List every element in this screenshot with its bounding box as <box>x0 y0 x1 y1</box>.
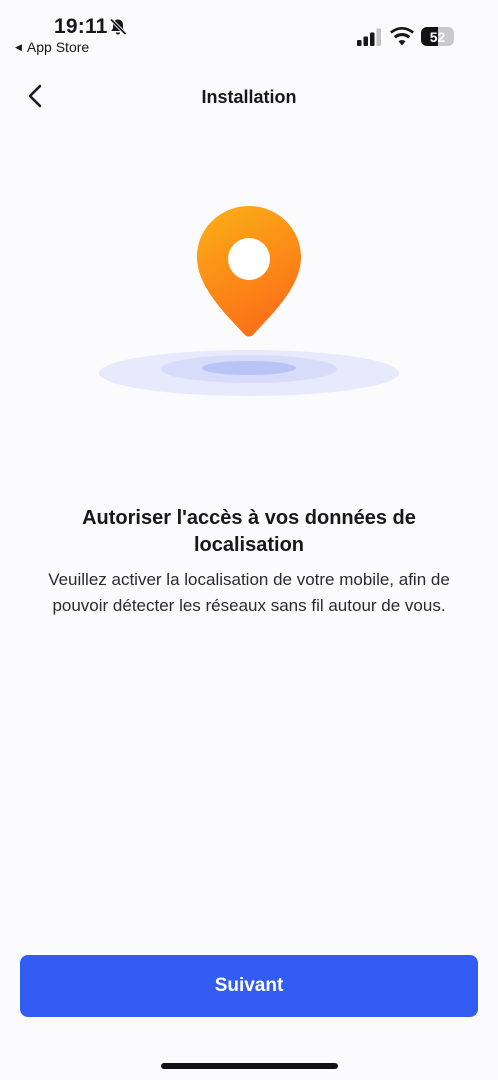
back-triangle-icon: ◀ <box>15 41 22 52</box>
permission-heading: Autoriser l'accès à vos données de local… <box>82 507 416 556</box>
status-time: 19:11 <box>54 15 108 38</box>
page-title: Installation <box>201 87 297 107</box>
bell-slash-icon <box>109 18 127 36</box>
installation-screen: 19:11 ◀ App Store 52 Installation Autori… <box>0 0 498 1080</box>
signal-icon <box>357 28 381 46</box>
home-indicator <box>161 1063 338 1069</box>
next-button[interactable]: Suivant <box>20 955 478 1017</box>
location-illustration <box>99 206 399 396</box>
wifi-icon <box>390 27 414 46</box>
back-app-label: App Store <box>26 39 90 55</box>
battery-percent: 52 <box>429 28 446 45</box>
ripple-inner <box>202 361 296 375</box>
back-to-app-link[interactable]: ◀ App Store <box>15 39 89 55</box>
battery-indicator: 52 <box>421 27 454 46</box>
permission-description: Veuillez activer la localisation de votr… <box>48 570 450 615</box>
location-pin-icon <box>197 206 301 337</box>
